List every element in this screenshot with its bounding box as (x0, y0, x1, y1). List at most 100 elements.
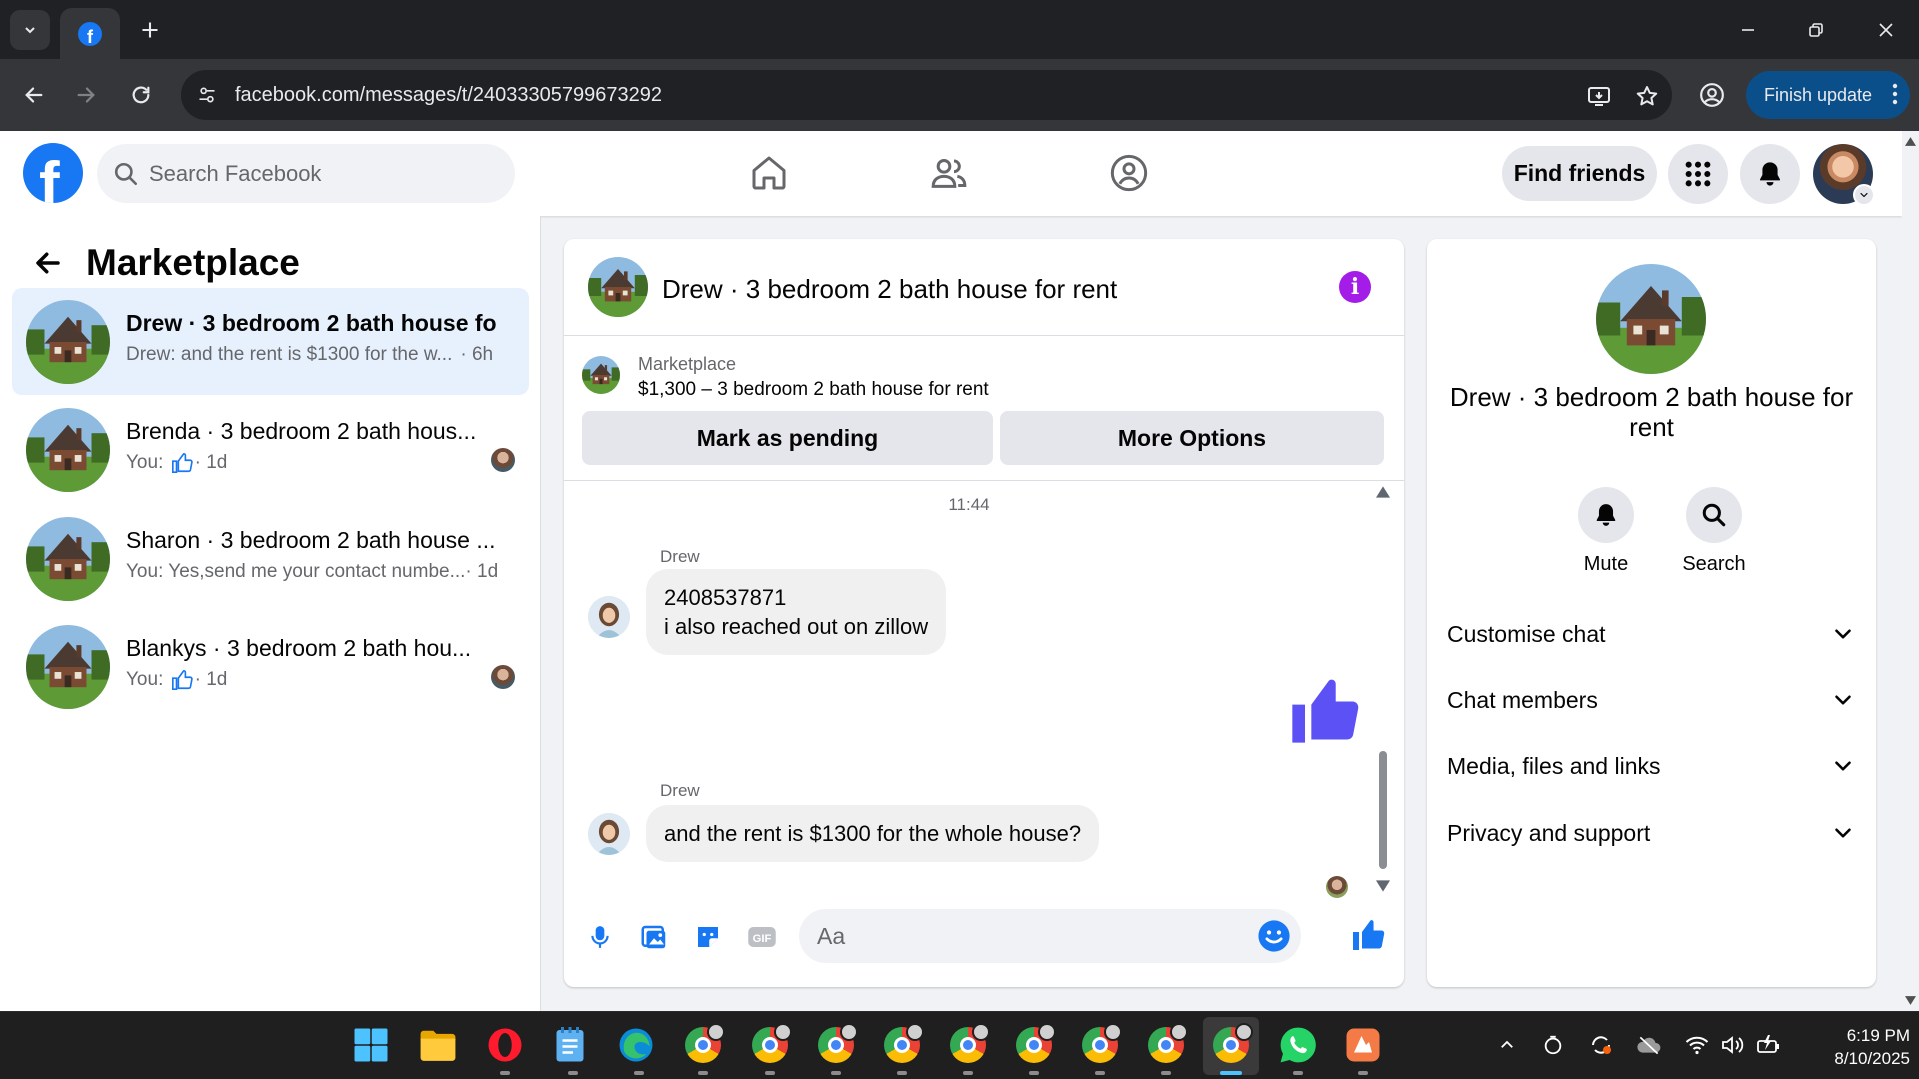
attach-media-button[interactable] (638, 921, 670, 953)
conversation-avatar (26, 300, 110, 384)
search-circle[interactable] (1686, 487, 1742, 543)
finish-update-button[interactable]: Finish update (1746, 71, 1910, 119)
emoji-icon[interactable] (1257, 919, 1291, 953)
sender-avatar[interactable] (588, 813, 630, 855)
chrome-profile-button[interactable] (1078, 1023, 1122, 1067)
system-clock[interactable]: 6:19 PM 8/10/2025 (1800, 1024, 1910, 1070)
sync-circle-icon (1544, 1035, 1562, 1055)
install-app-button[interactable] (1585, 82, 1613, 110)
file-explorer-button[interactable] (416, 1023, 460, 1067)
chrome-profile-button[interactable] (814, 1023, 858, 1067)
conversation-item[interactable]: Drew · 3 bedroom 2 bath house fo... Drew… (12, 288, 529, 395)
customise-chat-section[interactable]: Customise chat (1447, 609, 1856, 659)
nav-friends-button[interactable] (925, 149, 973, 197)
sender-avatar[interactable] (588, 596, 630, 638)
gif-button[interactable]: GIF (746, 921, 778, 953)
conversation-info-button[interactable]: i (1339, 271, 1371, 303)
show-hidden-icons-button[interactable] (1494, 1032, 1520, 1058)
chat-header-avatar[interactable] (588, 257, 648, 317)
chevron-up-icon (1501, 1040, 1513, 1048)
chrome-profile-button[interactable] (1144, 1023, 1188, 1067)
page-scrollbar[interactable] (1902, 131, 1919, 1011)
back-button[interactable] (14, 75, 54, 115)
listing-price-title[interactable]: $1,300 – 3 bedroom 2 bath house for rent (638, 379, 989, 401)
menu-button[interactable] (1668, 144, 1728, 204)
start-button[interactable] (349, 1023, 393, 1067)
chrome-profile-button[interactable] (946, 1023, 990, 1067)
reload-button[interactable] (121, 75, 161, 115)
conversation-preview-text: Drew: and the rent is $1300 for the w... (126, 344, 453, 365)
browser-profile-button[interactable] (1692, 75, 1732, 115)
info-panel-avatar[interactable] (1596, 264, 1706, 374)
conversation-item[interactable]: Brenda · 3 bedroom 2 bath hous... You: ·… (12, 396, 529, 503)
notifications-button[interactable] (1740, 144, 1800, 204)
listing-thumbnail[interactable] (582, 356, 620, 394)
sticker-button[interactable] (692, 921, 724, 953)
browser-tab-facebook[interactable]: f (60, 8, 120, 59)
find-friends-button[interactable]: Find friends (1502, 146, 1657, 201)
url-text[interactable]: facebook.com/messages/t/2403330579967329… (235, 84, 662, 107)
voice-clip-button[interactable] (584, 921, 616, 953)
site-info-button[interactable] (191, 79, 223, 111)
facebook-search-input[interactable] (149, 144, 499, 203)
marketplace-sidebar: Marketplace Drew · 3 bedroom 2 bath hous… (0, 216, 541, 1011)
opera-button[interactable] (483, 1023, 527, 1067)
tray-update-button[interactable] (1588, 1032, 1614, 1058)
chrome-profile-button[interactable] (681, 1023, 725, 1067)
conversation-item[interactable]: Blankys · 3 bedroom 2 bath hou... You: ·… (12, 613, 529, 720)
battery-button[interactable] (1756, 1032, 1782, 1058)
search-conversation-button[interactable]: Search (1669, 487, 1759, 576)
media-files-links-section[interactable]: Media, files and links (1447, 741, 1856, 791)
privacy-support-section[interactable]: Privacy and support (1447, 808, 1856, 858)
sent-like-icon (1286, 673, 1362, 749)
tab-search-dropdown[interactable] (10, 10, 50, 50)
message-bubble[interactable]: 2408537871 i also reached out on zillow (646, 569, 947, 655)
notepad-button[interactable] (548, 1023, 592, 1067)
new-tab-button[interactable] (132, 12, 168, 48)
facebook-logo[interactable]: f (23, 143, 83, 203)
app-button[interactable] (1341, 1023, 1385, 1067)
restore-button[interactable] (1792, 12, 1840, 48)
update-icon (1592, 1036, 1611, 1054)
facebook-search[interactable] (97, 144, 515, 203)
bookmark-button[interactable] (1633, 82, 1661, 110)
conversation-item[interactable]: Sharon · 3 bedroom 2 bath house ... You:… (12, 505, 529, 612)
wifi-button[interactable] (1684, 1032, 1710, 1058)
scroll-up-arrow-icon[interactable] (1376, 485, 1390, 499)
conversation-time: · 1d (194, 452, 228, 473)
nav-home-button[interactable] (745, 149, 793, 197)
forward-button[interactable] (66, 75, 106, 115)
chrome-profile-button[interactable] (880, 1023, 924, 1067)
whatsapp-button[interactable] (1276, 1023, 1320, 1067)
message-bubble[interactable]: and the rent is $1300 for the whole hous… (646, 805, 1100, 862)
close-window-button[interactable] (1862, 12, 1910, 48)
edge-button[interactable] (614, 1023, 658, 1067)
chat-header-title[interactable]: Drew · 3 bedroom 2 bath house for rent (662, 274, 1117, 305)
mute-circle[interactable] (1578, 487, 1634, 543)
chrome-profile-button[interactable] (1012, 1023, 1056, 1067)
mark-as-pending-button[interactable]: Mark as pending (582, 411, 993, 465)
address-bar[interactable]: facebook.com/messages/t/2403330579967329… (181, 70, 1672, 120)
seen-receipt-avatar (1326, 876, 1348, 898)
account-menu-caret[interactable] (1853, 184, 1875, 206)
app-running-indicator (568, 1071, 578, 1075)
chat-scrollbar-thumb[interactable] (1379, 751, 1387, 869)
volume-button[interactable] (1720, 1032, 1746, 1058)
sidebar-back-button[interactable] (28, 243, 68, 283)
more-options-button[interactable]: More Options (1000, 411, 1384, 465)
chat-members-section[interactable]: Chat members (1447, 675, 1856, 725)
chrome-profile-button[interactable] (748, 1023, 792, 1067)
mute-button[interactable]: Mute (1561, 487, 1651, 576)
active-app-indicator (1220, 1071, 1242, 1075)
close-icon (1879, 23, 1893, 37)
minimize-button[interactable] (1724, 12, 1772, 48)
scroll-down-arrow-icon[interactable] (1376, 879, 1390, 893)
send-like-icon[interactable] (1350, 917, 1386, 953)
message-input-wrapper[interactable] (799, 909, 1301, 963)
chrome-active-button[interactable] (1209, 1023, 1253, 1067)
tray-app-button[interactable] (1540, 1032, 1566, 1058)
message-input[interactable] (817, 909, 1247, 963)
onedrive-button[interactable] (1636, 1032, 1662, 1058)
nav-groups-button[interactable] (1105, 149, 1153, 197)
sticker-icon (698, 927, 718, 947)
